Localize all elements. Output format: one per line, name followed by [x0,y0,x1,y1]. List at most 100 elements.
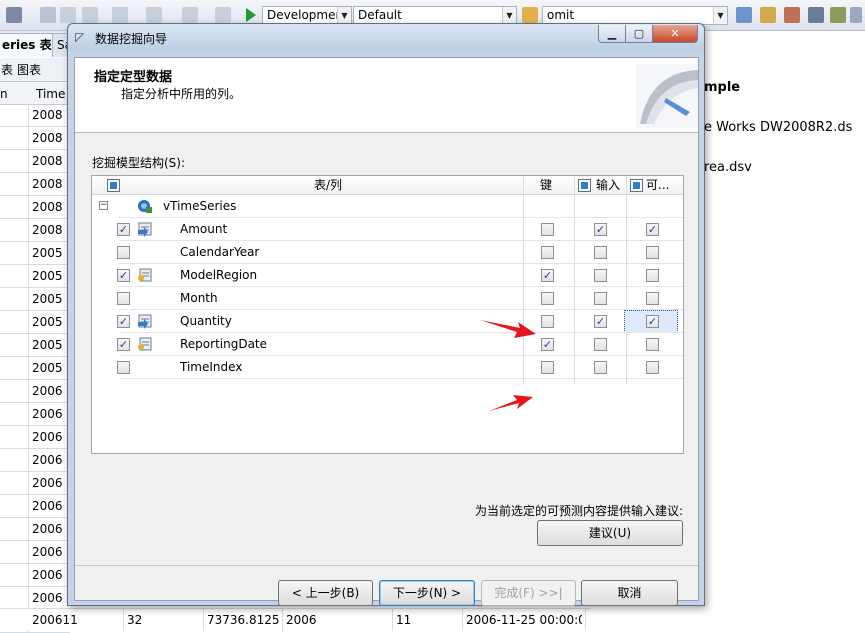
key-checkbox[interactable]: ✓ [541,338,554,351]
tab-label: 表 [1,63,14,77]
data-source-view-item[interactable]: rea.dsv [704,160,752,175]
predict-checkbox[interactable] [646,361,659,374]
column-name: ReportingDate [180,337,268,351]
include-checkbox[interactable] [117,246,130,259]
column-name: TimeIndex [180,360,243,374]
start-debug-icon[interactable] [246,8,256,22]
maximize-button[interactable]: ▢ [625,25,653,43]
find-icon[interactable] [522,7,538,23]
predict-checkbox[interactable] [646,246,659,259]
grid-cell: 2005 [32,315,63,329]
toolbox-icon[interactable] [808,7,824,23]
table-row-quantity[interactable]: ✓ Quantity ✓ ✓ [92,310,683,333]
copy-icon[interactable] [60,7,76,23]
column-name: Month [180,291,218,305]
mining-structure-grid[interactable]: 表/列 键 输入 可... − vTimeSeries ✓ Amount ✓ ✓ Cal… [91,175,684,454]
suggest-button[interactable]: 建议(U) [537,520,683,546]
predict-checkbox[interactable] [646,292,659,305]
grid-cell: 2008 [32,200,63,214]
background-grid-row: 2008 [0,219,70,242]
include-checkbox[interactable]: ✓ [117,269,130,282]
grid-cell: 2005 [32,338,63,352]
input-checkbox[interactable] [594,361,607,374]
key-column-icon [137,336,153,352]
predict-checkbox[interactable]: ✓ [646,315,659,328]
minimize-button[interactable]: ▁ [598,25,626,43]
table-row-modelregion[interactable]: ✓ ModelRegion ✓ [92,264,683,287]
table-row-amount[interactable]: ✓ Amount ✓ ✓ [92,218,683,241]
tab-label: 图表 [17,63,42,77]
suggest-button-label: 建议(U) [588,526,632,540]
tab-chart[interactable]: 图表 [14,61,44,80]
start-page-icon[interactable] [850,7,862,23]
chevron-down-icon[interactable]: ▼ [502,7,516,24]
cut-icon[interactable] [40,7,56,23]
predict-checkbox[interactable] [646,338,659,351]
object-browser-icon[interactable] [830,7,846,23]
next-button[interactable]: 下一步(N) > [379,580,475,606]
include-checkbox[interactable]: ✓ [117,223,130,236]
grid-cell: 11 [396,613,412,627]
table-row-month[interactable]: Month [92,287,683,310]
key-checkbox[interactable] [541,315,554,328]
close-button[interactable]: ✕ [652,25,698,43]
input-checkbox[interactable] [594,246,607,259]
column-header-input: 输入 [596,178,621,192]
table-name: vTimeSeries [163,199,237,213]
table-row-vtimeseries[interactable]: − vTimeSeries [92,195,683,218]
select-all-predict-checkbox[interactable] [630,179,643,192]
input-checkbox[interactable]: ✓ [594,223,607,236]
input-checkbox[interactable] [594,269,607,282]
key-checkbox[interactable] [541,246,554,259]
chevron-down-icon[interactable]: ▼ [337,7,351,24]
save-icon[interactable] [6,7,22,23]
input-checkbox[interactable] [594,292,607,305]
finish-button[interactable]: 完成(F) >>| [481,580,576,606]
include-checkbox[interactable]: ✓ [117,338,130,351]
key-checkbox[interactable] [541,361,554,374]
dialog-titlebar[interactable]: ◸ 数据挖掘向导 ▁ ▢ ✕ [68,24,704,51]
table-row-timeindex[interactable]: TimeIndex [92,356,683,379]
redo-icon[interactable] [146,7,162,23]
grid-cell: 2006-11-25 00:00:0 [466,613,582,627]
find-value: omit [547,8,575,22]
include-checkbox[interactable] [117,361,130,374]
properties-icon[interactable] [784,7,800,23]
back-button[interactable]: < 上一步(B) [278,580,373,606]
table-row-calendaryear[interactable]: CalendarYear [92,241,683,264]
document-tabs: eries 表 Sa [0,31,77,57]
predict-checkbox[interactable] [646,269,659,282]
data-source-item[interactable]: e Works DW2008R2.ds [704,120,852,135]
background-grid-row: 2006 [0,426,70,449]
column-header-predict: 可... [646,178,670,192]
navigate-icon[interactable] [182,7,198,23]
grid-cell: 2005 [32,246,63,260]
key-checkbox[interactable] [541,223,554,236]
next-button-label: 下一步(N) > [392,586,462,600]
footer-divider [75,565,698,566]
include-checkbox[interactable]: ✓ [117,315,130,328]
include-checkbox[interactable] [117,292,130,305]
chevron-down-icon[interactable]: ▼ [713,7,727,24]
collapse-icon[interactable]: − [99,201,108,210]
predict-checkbox[interactable]: ✓ [646,223,659,236]
grid-cell: 32 [127,613,143,627]
solution-explorer-icon[interactable] [760,7,776,23]
undo-icon[interactable] [112,7,128,23]
input-checkbox[interactable]: ✓ [594,315,607,328]
solution-explorer: mple e Works DW2008R2.ds rea.dsv [704,70,865,220]
cancel-button[interactable]: 取消 [581,580,678,606]
page-subtitle: 指定分析中所用的列。 [121,87,242,101]
key-checkbox[interactable] [541,292,554,305]
select-all-input-checkbox[interactable] [578,179,591,192]
solution-icon[interactable] [215,7,231,23]
column-name: Amount [180,222,228,236]
paste-icon[interactable] [82,7,98,23]
select-all-checkbox[interactable] [107,179,120,192]
table-row-reportingdate[interactable]: ✓ ReportingDate ✓ [92,333,683,356]
key-checkbox[interactable]: ✓ [541,269,554,282]
column-header-key: 键 [540,178,553,192]
tab-series[interactable]: eries 表 [0,33,57,57]
find-in-files-icon[interactable] [736,7,752,23]
input-checkbox[interactable] [594,338,607,351]
